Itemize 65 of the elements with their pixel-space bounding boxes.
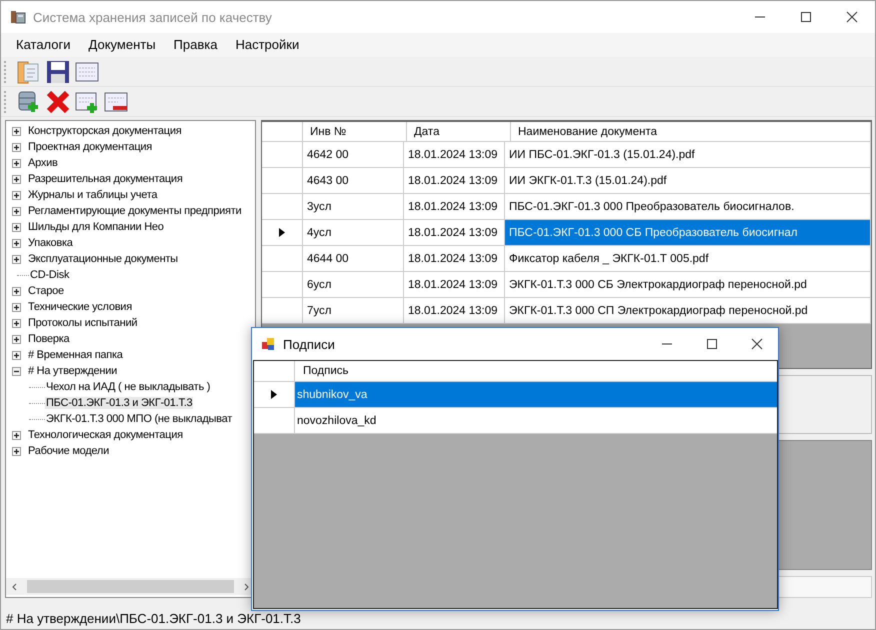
tree-item[interactable]: ПБС-01.ЭКГ-01.3 и ЭКГ-01.Т.3 (45, 397, 194, 409)
menu-item[interactable]: Документы (80, 37, 165, 57)
maximize-icon[interactable] (706, 338, 718, 350)
expand-icon[interactable] (12, 446, 21, 456)
delete-icon[interactable] (45, 88, 71, 114)
tree-item[interactable]: Технологическая документация (27, 429, 184, 441)
expand-icon[interactable] (12, 254, 21, 264)
current-row-icon (271, 390, 277, 399)
expand-icon[interactable] (12, 238, 21, 248)
tree-item[interactable]: Упаковка (27, 237, 74, 249)
expand-icon[interactable] (12, 334, 21, 344)
tree-item[interactable]: # На утверждении (27, 365, 118, 377)
tree-item[interactable]: Проектная документация (27, 141, 153, 153)
table-cell: 7усл (303, 298, 404, 324)
window-title: Система хранения записей по качеству (33, 10, 272, 24)
status-text: # На утверждении\ПБС-01.ЭКГ-01.3 и ЭКГ-01.Т.3 (6, 610, 301, 626)
scroll-left-icon[interactable] (11, 582, 19, 590)
app-icon (261, 337, 275, 351)
tree-item[interactable]: Старое (27, 285, 65, 297)
tree-item[interactable]: Шильды для Компании Нео (27, 221, 165, 233)
close-icon[interactable] (751, 338, 763, 350)
tree-item[interactable]: Поверка (27, 333, 70, 345)
table-cell: 18.01.2024 13:09 (404, 298, 505, 324)
tree-item[interactable]: # Временная папка (27, 349, 124, 361)
scrollbar-thumb[interactable] (27, 580, 234, 593)
table-cell: ЭКГК-01.Т.3 000 СП Электрокардиограф переносной.pd (505, 298, 871, 324)
close-icon[interactable] (846, 11, 858, 23)
tree-item[interactable]: Журналы и таблицы учета (27, 189, 158, 201)
expand-icon[interactable] (12, 142, 21, 152)
expand-icon[interactable] (12, 318, 21, 328)
tree-item[interactable]: Чехол на ИАД ( не выкладывать ) (45, 381, 212, 393)
expand-icon[interactable] (12, 174, 21, 184)
tree-item[interactable]: Регламентирующие документы предприяти (27, 205, 242, 217)
menu-item[interactable]: Настройки (226, 37, 308, 57)
scroll-right-icon[interactable] (242, 582, 250, 590)
tree-item[interactable]: Эксплуатационные документы (27, 253, 179, 265)
expand-icon[interactable] (12, 126, 21, 136)
tree-item[interactable]: Архив (27, 157, 59, 169)
tree-item[interactable]: ЭКГК-01.Т.3 000 МПО (не выкладыват (45, 413, 234, 425)
expand-icon[interactable] (12, 206, 21, 216)
tree-item[interactable]: Протоколы испытаний (27, 317, 138, 329)
current-row-icon (279, 228, 285, 237)
table-cell: ПБС-01.ЭКГ-01.3 000 СБ Преобразователь биосигнал (505, 220, 871, 246)
menu-item[interactable]: Каталоги (7, 37, 80, 57)
tree-item[interactable]: Конструкторская документация (27, 125, 182, 137)
expand-icon[interactable] (12, 350, 21, 360)
expand-icon[interactable] (12, 430, 21, 440)
row-header[interactable] (262, 220, 303, 246)
menu-item[interactable]: Правка (164, 37, 226, 57)
tree-item[interactable]: Разрешительная документация (27, 173, 184, 185)
dialog-title: Подписи (283, 336, 335, 352)
table-cell: novozhilova_kd (295, 408, 777, 434)
collapse-icon[interactable] (12, 366, 21, 376)
expand-icon[interactable] (12, 286, 21, 296)
save-icon[interactable] (45, 58, 71, 84)
tree-item[interactable]: Технические условия (27, 301, 133, 313)
expand-icon[interactable] (12, 190, 21, 200)
expand-icon[interactable] (12, 158, 21, 168)
tree-item[interactable]: Рабочие модели (27, 445, 110, 457)
expand-icon[interactable] (12, 222, 21, 232)
table-cell: shubnikov_va (295, 382, 777, 408)
expand-icon[interactable] (12, 302, 21, 312)
tree-item[interactable]: CD-Disk (29, 269, 70, 281)
maximize-icon[interactable] (800, 11, 812, 23)
app-icon (10, 9, 26, 25)
